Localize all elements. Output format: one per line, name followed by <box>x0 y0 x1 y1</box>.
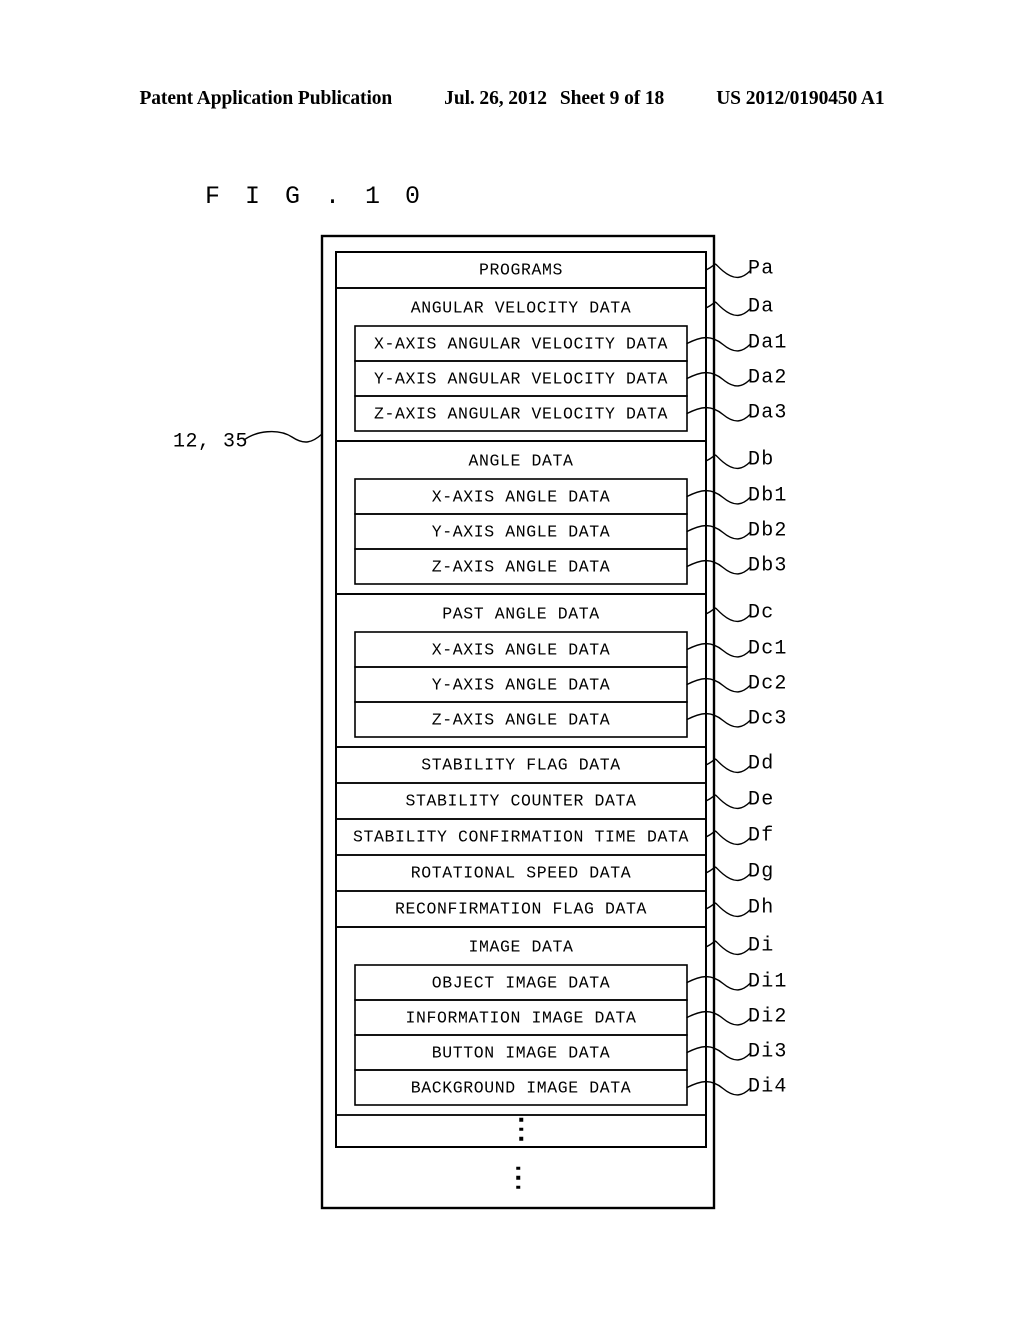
ellipsis-outer <box>516 1166 520 1189</box>
memory-group-da <box>335 287 707 442</box>
reference-label-da: Da <box>748 295 775 319</box>
memory-subrow-dc1 <box>354 631 688 668</box>
leader-line-di1 <box>686 975 751 991</box>
leader-line-dc3 <box>686 712 751 728</box>
reference-label-de: De <box>748 788 775 812</box>
reference-label-dc1: Dc1 <box>748 637 788 660</box>
memory-subrow-da1 <box>354 325 688 362</box>
memory-row-de <box>335 782 707 820</box>
leader-line-db2 <box>686 524 751 540</box>
memory-group-dc <box>335 593 707 748</box>
leader-line-dc1 <box>686 642 751 658</box>
reference-label-dc: Dc <box>748 601 775 625</box>
memory-subrow-db3 <box>354 548 688 585</box>
memory-subrow-da2 <box>354 360 688 397</box>
reference-label-da1: Da1 <box>748 331 788 354</box>
memory-map-diagram: PROGRAMS Pa ANGULAR VELOCITY DATA Da X-AXIS … <box>0 0 1024 1320</box>
reference-label-df: Df <box>748 824 775 848</box>
memory-subrow-di1 <box>354 964 688 1001</box>
leader-line-db1 <box>686 489 751 505</box>
reference-label-di: Di <box>748 934 775 958</box>
reference-label-db: Db <box>748 448 775 472</box>
memory-row-df <box>335 818 707 856</box>
reference-label-dh: Dh <box>748 896 775 920</box>
reference-label-di2: Di2 <box>748 1005 788 1028</box>
reference-label-db2: Db2 <box>748 519 788 542</box>
reference-label-di1: Di1 <box>748 970 788 993</box>
reference-label-dc3: Dc3 <box>748 707 788 730</box>
leader-line-df <box>705 830 751 846</box>
memory-subrow-di3 <box>354 1034 688 1071</box>
memory-subrow-db1 <box>354 478 688 515</box>
memory-subrow-db2 <box>354 513 688 550</box>
reference-label-di4: Di4 <box>748 1075 788 1098</box>
leader-line-da3 <box>686 406 751 422</box>
memory-subrow-da3 <box>354 395 688 432</box>
memory-row-dd <box>335 746 707 784</box>
leader-line-da1 <box>686 336 751 352</box>
leader-line-left-reference <box>243 430 323 443</box>
leader-line-di4 <box>686 1080 751 1096</box>
reference-label-dd: Dd <box>748 752 775 776</box>
diagram-vector-layer <box>243 234 751 1210</box>
reference-label-db3: Db3 <box>748 554 788 577</box>
leader-line-dg <box>705 866 751 882</box>
reference-label-pa: Pa <box>748 257 775 281</box>
reference-label-di3: Di3 <box>748 1040 788 1063</box>
leader-line-db3 <box>686 559 751 575</box>
leader-line-dc <box>705 607 751 623</box>
leader-line-da2 <box>686 371 751 387</box>
memory-subrow-di2 <box>354 999 688 1036</box>
leader-line-db <box>705 454 751 470</box>
leader-line-dh <box>705 902 751 918</box>
memory-subrow-dc2 <box>354 666 688 703</box>
leader-line-di <box>705 940 751 956</box>
reference-label-da3: Da3 <box>748 401 788 424</box>
memory-subrow-di4 <box>354 1069 688 1106</box>
leader-line-dc2 <box>686 677 751 693</box>
memory-row-dg <box>335 854 707 892</box>
leader-line-de <box>705 794 751 810</box>
ellipsis-inner <box>519 1117 523 1141</box>
memory-subrow-dc3 <box>354 701 688 738</box>
leader-line-di2 <box>686 1010 751 1026</box>
reference-label-dg: Dg <box>748 860 775 884</box>
reference-label-db1: Db1 <box>748 484 788 507</box>
memory-group-di <box>335 926 707 1116</box>
reference-label-da2: Da2 <box>748 366 788 389</box>
reference-label-dc2: Dc2 <box>748 672 788 695</box>
memory-row-dh <box>335 890 707 928</box>
leader-line-dd <box>705 758 751 774</box>
outer-memory-container <box>320 234 716 1210</box>
memory-group-db <box>335 440 707 595</box>
leader-line-pa <box>705 263 751 279</box>
memory-row-pa <box>335 251 707 289</box>
reference-label-12-35: 12, 35 <box>172 430 248 454</box>
inner-memory-container <box>335 251 707 1148</box>
leader-line-di3 <box>686 1045 751 1061</box>
leader-line-da <box>705 301 751 317</box>
